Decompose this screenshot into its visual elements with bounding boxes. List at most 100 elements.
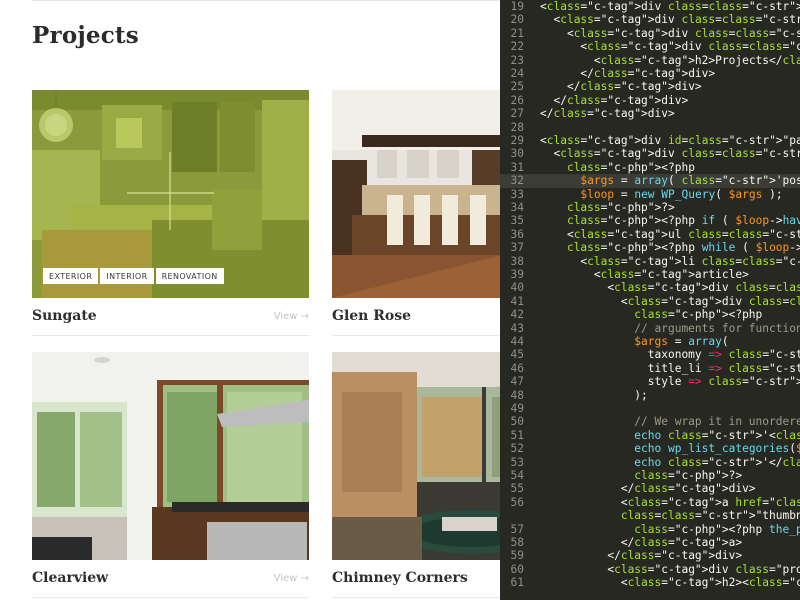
line-number: 25 [510, 80, 524, 94]
code-line[interactable]: 35 class="c-php"><?php if ( $loop->have_… [500, 214, 800, 227]
tag-exterior[interactable]: EXTERIOR [43, 268, 99, 284]
line-number: 56 [510, 495, 524, 509]
code-line[interactable]: 52 echo wp_list_categories($a [500, 442, 800, 455]
code-line[interactable]: 43 // arguments for function [500, 322, 800, 335]
code-line[interactable]: 46 title_li => class="c-str">'class="c-s… [500, 362, 800, 375]
code-line[interactable]: 53 echo class="c-str">'</class="c-tag">u… [500, 456, 800, 469]
code-line[interactable]: 20 <class="c-tag">div class=class="c-str… [500, 13, 800, 26]
code-editor[interactable]: 19 <class="c-tag">div class=class="c-str"… [500, 0, 800, 600]
code-text: class="c-php"><?php if ( $loop->have_pos… [566, 214, 800, 228]
line-number: 57 [510, 522, 524, 536]
code-line[interactable]: 58 </class="c-tag">a> [500, 536, 800, 549]
code-line[interactable]: 41 <class="c-tag">div class=class="c-str… [500, 295, 800, 308]
card-divider [32, 335, 309, 336]
code-line[interactable]: 29 <class="c-tag">div id=class="c-str">"p… [500, 134, 800, 147]
code-line[interactable]: 31 class="c-php"><?php [500, 161, 800, 174]
code-text: <class="c-tag">div class=class="c-str">"… [540, 147, 800, 161]
line-number: 49 [510, 402, 524, 415]
code-text: class="c-php"><?php while ( $loop->have_… [566, 241, 800, 255]
code-text: // We wrap it in unordere [540, 415, 800, 429]
line-number: 36 [510, 227, 524, 241]
project-thumbnail-sungate[interactable]: EXTERIOR INTERIOR RENOVATION [32, 90, 309, 298]
code-text: </class="c-tag">div> [540, 482, 756, 496]
code-line[interactable]: 47 style => class="c-str">'listclass="c-… [500, 375, 800, 388]
code-line[interactable]: 28 [500, 121, 800, 134]
project-thumbnail-chimney-corners[interactable] [332, 352, 500, 560]
code-line[interactable]: 50 // We wrap it in unordere [500, 415, 800, 428]
line-number: 44 [510, 335, 524, 348]
line-number: 51 [510, 428, 524, 442]
code-text: <class="c-tag">div class=class="c-str">"… [540, 40, 800, 54]
code-line[interactable]: 22 <class="c-tag">div class=class="c-str… [500, 40, 800, 53]
line-number: 38 [510, 254, 524, 268]
code-line[interactable]: 48 ); [500, 389, 800, 402]
code-text: <class="c-tag">article> [540, 268, 749, 281]
code-text: </class="c-tag">div> [540, 549, 743, 563]
code-text: class=class="c-str">"thumbnail"> [620, 509, 800, 523]
code-line[interactable]: 21 <class="c-tag">div class=class="c-str… [500, 27, 800, 40]
code-text: title_li => class="c-str">'class="c-str"… [540, 361, 800, 375]
project-title-glen-rose[interactable]: Glen Rose [332, 308, 411, 324]
project-title-sungate[interactable]: Sungate [32, 308, 97, 324]
line-number: 58 [510, 536, 524, 549]
line-number: 28 [510, 120, 524, 134]
code-text: </class="c-tag">div> [540, 80, 702, 94]
project-card-clearview: Clearview View → [32, 352, 309, 598]
code-line[interactable]: 19 <class="c-tag">div class=class="c-str"… [500, 0, 800, 13]
code-text: class="c-php"><?php [634, 308, 763, 322]
line-number: 53 [510, 455, 524, 469]
line-number: 55 [510, 482, 524, 496]
project-card-glen-rose: Glen Rose View → [332, 90, 500, 336]
code-line[interactable]: 55 </class="c-tag">div> [500, 482, 800, 495]
code-line[interactable]: 33 $loop = new WP_Query( $args ); [500, 188, 800, 201]
code-line[interactable]: 59 </class="c-tag">div> [500, 549, 800, 562]
code-line[interactable]: 61 <class="c-tag">h2><class="c-tag">a hr… [500, 576, 800, 589]
project-title-clearview[interactable]: Clearview [32, 570, 108, 586]
line-number: 59 [510, 549, 524, 563]
project-thumbnail-glen-rose[interactable] [332, 90, 500, 298]
code-text: echo wp_list_categories($a [634, 442, 800, 456]
website-preview: Projects EXTERIOR INTERIOR RENOVATION Su… [0, 0, 500, 600]
code-line[interactable]: 40 <class="c-tag">div class=class="c-str… [500, 281, 800, 294]
view-link-sungate[interactable]: View → [274, 311, 309, 322]
view-link-clearview[interactable]: View → [274, 573, 309, 584]
code-line[interactable]: 23 <class="c-tag">h2>Projects</class="c-… [500, 54, 800, 67]
line-number: 19 [510, 0, 524, 13]
code-line[interactable]: 49 [500, 402, 800, 415]
code-line[interactable]: 25 </class="c-tag">div> [500, 80, 800, 93]
line-number: 41 [510, 294, 524, 308]
code-line[interactable]: 34 class="c-php">?> [500, 201, 800, 214]
code-line[interactable]: 24 </class="c-tag">div> [500, 67, 800, 80]
code-line[interactable]: 57 class="c-php"><?php the_post_thumbnai… [500, 523, 800, 536]
project-thumbnail-clearview[interactable] [32, 352, 309, 560]
project-card-chimney-corners: Chimney Corners View → [332, 352, 500, 598]
code-line[interactable]: 26 </class="c-tag">div> [500, 94, 800, 107]
code-text: </class="c-tag">a> [540, 536, 743, 549]
code-line[interactable]: 32 $args = array( class="c-str">'post_ty… [500, 174, 800, 188]
code-line[interactable]: 54 class="c-php">?> [500, 469, 800, 482]
code-line[interactable]: 27 </class="c-tag">div> [500, 107, 800, 120]
line-number: 40 [510, 281, 524, 295]
tag-renovation[interactable]: RENOVATION [155, 268, 224, 284]
code-line[interactable]: 39 <class="c-tag">article> [500, 268, 800, 281]
line-number: 22 [510, 40, 524, 54]
line-number: 26 [510, 93, 524, 107]
code-line[interactable]: 45 taxonomy => class="c-str">'project_ta [500, 348, 800, 361]
code-line[interactable]: 60 <class="c-tag">div class="project-lin… [500, 563, 800, 576]
line-number: 37 [510, 241, 524, 255]
code-line[interactable]: 36 <class="c-tag">ul class=class="c-str"… [500, 228, 800, 241]
line-number: 47 [510, 375, 524, 389]
code-text: <class="c-tag">h2><class="c-tag">a href=… [540, 576, 800, 590]
code-line[interactable]: 37 class="c-php"><?php while ( $loop->ha… [500, 241, 800, 254]
code-line[interactable]: 30 <class="c-tag">div class=class="c-str… [500, 147, 800, 160]
code-line[interactable]: class=class="c-str">"thumbnail"> [500, 509, 800, 522]
project-title-chimney-corners[interactable]: Chimney Corners [332, 570, 468, 586]
tag-interior[interactable]: INTERIOR [100, 268, 154, 284]
code-text: <class="c-tag">h2>Projects</class="c-tag… [540, 53, 800, 67]
code-line[interactable]: 51 echo class="c-str">'<class="c-tag">ul… [500, 429, 800, 442]
code-text: <class="c-tag">li class=class="c-str">"s… [540, 254, 800, 268]
code-line[interactable]: 42 class="c-php"><?php [500, 308, 800, 321]
code-line[interactable]: 38 <class="c-tag">li class=class="c-str"… [500, 255, 800, 268]
code-line[interactable]: 44 $args = array( [500, 335, 800, 348]
code-line[interactable]: 56 <class="c-tag">a href="class="c-php">… [500, 496, 800, 509]
